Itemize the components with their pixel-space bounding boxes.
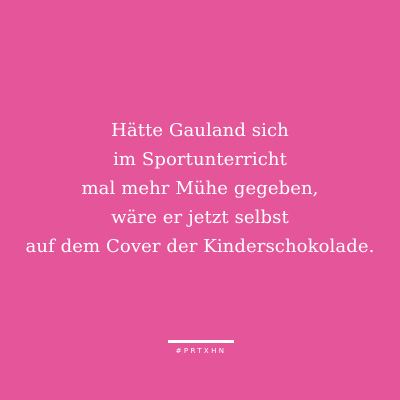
- quote-line-3: mal mehr Mühe gegeben,: [81, 178, 319, 199]
- quote-text: Hätte Gauland sich im Sportunterricht ma…: [0, 116, 400, 261]
- quote-line-2: im Sportunterricht: [113, 149, 287, 170]
- quote-card: Hätte Gauland sich im Sportunterricht ma…: [0, 0, 400, 400]
- quote-line-5: auf dem Cover der Kinderschokolade.: [25, 236, 375, 257]
- quote-line-1: Hätte Gauland sich: [111, 120, 289, 141]
- brand-divider: [168, 340, 234, 343]
- quote-line-4: wäre er jetzt selbst: [111, 207, 289, 228]
- brand-hashtag: #PRTXHN: [175, 347, 227, 355]
- brand-mark: #PRTXHN: [168, 340, 234, 356]
